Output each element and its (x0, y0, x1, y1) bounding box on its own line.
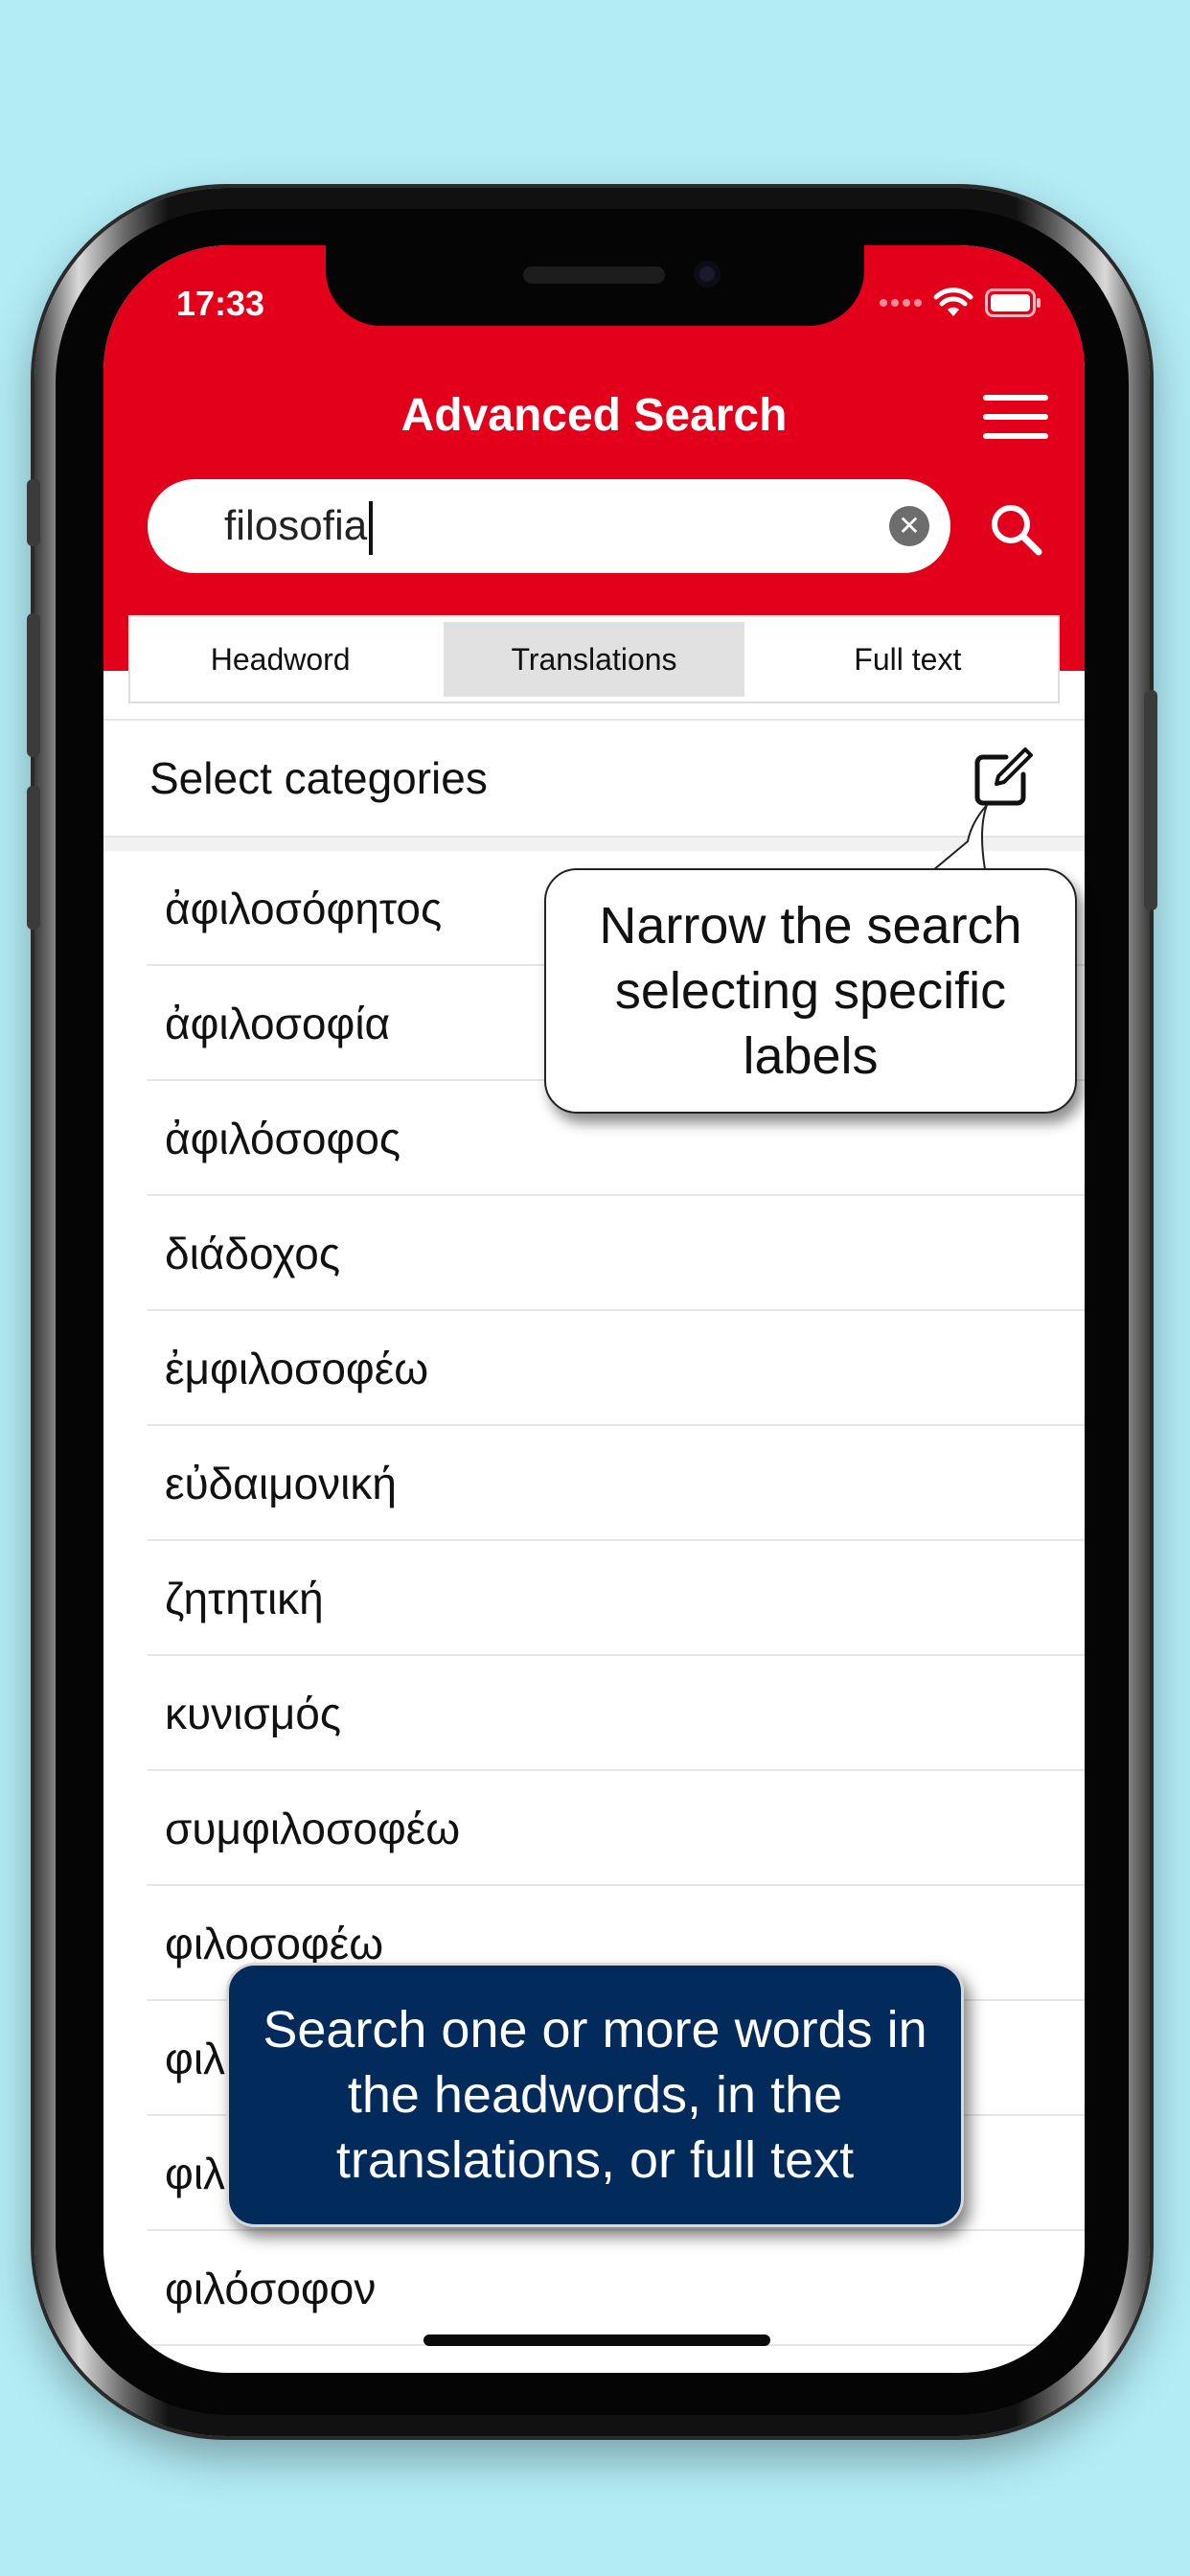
notch (326, 245, 864, 326)
tab-headword[interactable]: Headword (130, 622, 430, 697)
list-item[interactable]: κυνισμός (103, 1656, 1085, 1771)
page-title: Advanced Search (400, 390, 788, 441)
status-time: 17:33 (176, 284, 265, 323)
list-item[interactable]: εὐδαιμονική (103, 1426, 1085, 1541)
battery-icon (985, 288, 1042, 317)
list-item[interactable]: φιλόσοφον (103, 2231, 1085, 2346)
search-scope-tabs: Headword Translations Full text (128, 615, 1060, 703)
list-item[interactable]: ἐμφιλοσοφέω (103, 1311, 1085, 1426)
search-icon[interactable] (987, 500, 1044, 558)
side-button-mute (27, 479, 40, 546)
search-input[interactable]: filosofia (224, 479, 799, 573)
categories-label: Select categories (149, 753, 488, 803)
list-item[interactable]: συμφιλοσοφέω (103, 1771, 1085, 1886)
home-indicator (423, 2334, 770, 2346)
signal-icon (880, 299, 922, 307)
side-button-volume-down (27, 786, 40, 930)
side-button-volume-up (27, 613, 40, 757)
search-input-value: filosofia (224, 502, 368, 549)
text-caret (369, 501, 374, 556)
side-button-power (1144, 690, 1157, 910)
search-field[interactable]: filosofia ✕ (148, 479, 950, 573)
hamburger-menu-icon[interactable] (983, 395, 1048, 443)
list-item[interactable]: διάδοχος (103, 1196, 1085, 1311)
status-icons (880, 288, 1042, 318)
front-camera (694, 261, 721, 288)
tab-full-text[interactable]: Full text (758, 622, 1058, 697)
search-hint-callout: Search one or more words in the headword… (226, 1963, 964, 2227)
edit-icon[interactable] (970, 746, 1035, 811)
clear-icon[interactable]: ✕ (889, 506, 929, 546)
wifi-icon (933, 288, 973, 318)
categories-hint-callout: Narrow the search selecting specific lab… (544, 868, 1077, 1114)
tab-translations[interactable]: Translations (444, 622, 744, 697)
speaker-grille (523, 266, 665, 284)
list-item[interactable]: ζητητική (103, 1541, 1085, 1656)
